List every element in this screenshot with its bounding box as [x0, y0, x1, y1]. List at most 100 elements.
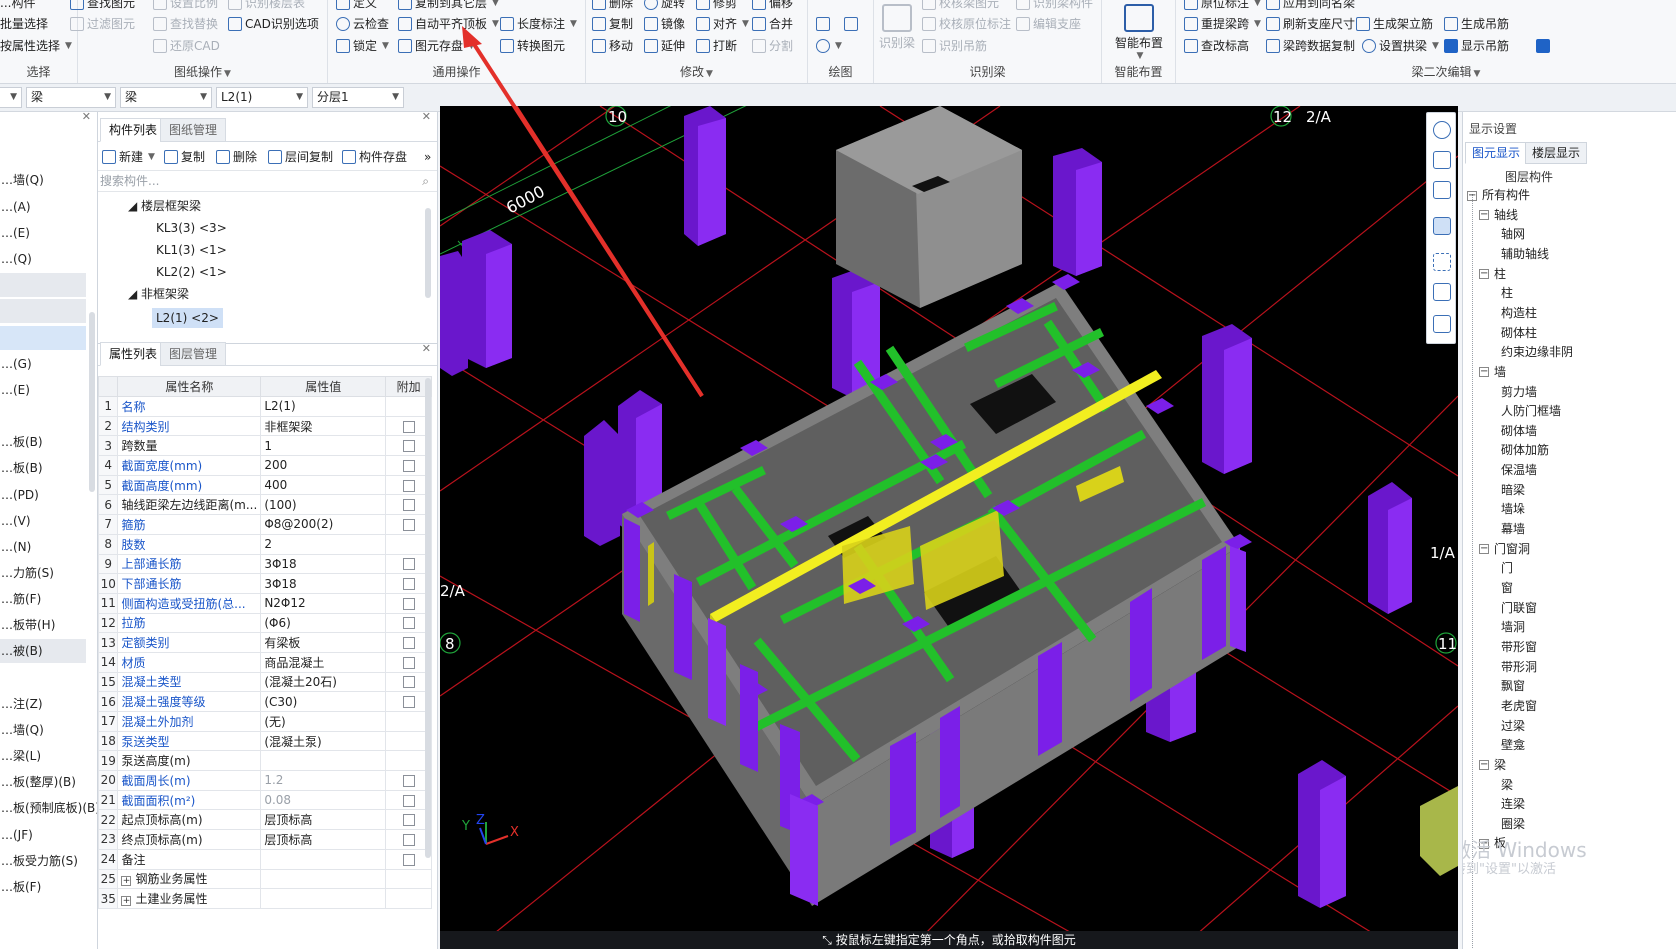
ribbon-btn-check-inplace[interactable]: 校核原位标注 [922, 14, 1011, 34]
left-nav-item[interactable]: …板(B) [0, 430, 86, 454]
property-row[interactable]: 10 下部通长筋 3Φ18 [97, 573, 432, 594]
ribbon-btn-refresh-support[interactable]: 刷新支座尺寸 [1266, 14, 1355, 34]
filter-select-stub[interactable]: ▼ [0, 87, 22, 108]
ribbon-btn-smart-layout[interactable]: 智能布置 ▼ [1106, 0, 1172, 61]
checkbox-icon[interactable] [402, 479, 415, 492]
collapse-icon[interactable]: − [1479, 760, 1489, 771]
checkbox-icon[interactable] [402, 637, 415, 650]
property-scrollbar[interactable] [425, 378, 431, 858]
display-tree-item[interactable]: 圈梁 [1501, 815, 1525, 834]
ribbon-btn-draw-rect[interactable] [844, 14, 858, 34]
2d-view-icon[interactable] [1433, 151, 1451, 169]
property-row[interactable]: 16 混凝土强度等级 (C30) [97, 691, 432, 712]
property-value[interactable]: 0.08 [260, 789, 387, 811]
checkbox-icon[interactable] [402, 774, 415, 787]
property-value[interactable]: 商品混凝土 [260, 651, 387, 673]
left-nav-item[interactable]: …板(F) [0, 875, 86, 899]
ribbon-btn-split[interactable]: 分割 [752, 36, 793, 56]
property-value[interactable] [260, 868, 387, 890]
property-value[interactable] [260, 848, 387, 870]
left-nav-item[interactable]: …(V) [0, 509, 86, 533]
property-value[interactable]: Φ8@200(2) [260, 514, 387, 535]
expand-icon[interactable]: + [121, 896, 132, 907]
display-tree-item[interactable]: − 轴线 [1479, 206, 1518, 225]
ribbon-chk-extra[interactable] [1536, 36, 1550, 56]
property-row[interactable]: 1 名称 L2(1) [97, 396, 432, 417]
checkbox-icon[interactable] [402, 459, 415, 472]
new-component-button[interactable]: 新建 ▼ [102, 148, 155, 166]
display-tree-item[interactable]: 轴网 [1501, 225, 1525, 244]
ribbon-chk-show-hanger[interactable]: 显示吊筋 [1444, 36, 1509, 56]
property-row[interactable]: 24 备注 [97, 848, 432, 870]
display-tree-item[interactable]: 砌体柱 [1501, 324, 1537, 343]
checkbox-icon[interactable] [402, 696, 415, 709]
copy-component-button[interactable]: 复制 [164, 148, 205, 166]
more-icon[interactable]: » [424, 148, 431, 166]
expand-icon[interactable]: + [121, 876, 132, 887]
property-row[interactable]: 14 材质 商品混凝土 [97, 651, 432, 673]
ribbon-btn-merge[interactable]: 合并 [752, 14, 793, 34]
property-value[interactable]: 层顶标高 [260, 829, 387, 850]
cube-icon[interactable] [1433, 217, 1451, 235]
display-tree-item[interactable]: 墙垛 [1501, 500, 1525, 519]
property-row[interactable]: 5 截面高度(mm) 400 [97, 474, 432, 496]
left-nav-item[interactable]: …板(B) [0, 456, 86, 480]
property-row[interactable]: 4 截面宽度(mm) 200 [97, 455, 432, 476]
display-tree-item[interactable]: − 门窗洞 [1479, 540, 1530, 559]
property-row[interactable]: 25 + 钢筋业务属性 [97, 868, 432, 890]
tree-item-beam[interactable]: KL1(3) <1> [156, 240, 227, 260]
ribbon-btn-draw-arc[interactable]: ▼ [816, 36, 842, 56]
left-nav-item[interactable] [0, 404, 86, 428]
property-value[interactable]: (C30) [260, 691, 387, 712]
checkbox-icon[interactable] [402, 420, 415, 433]
ribbon-btn-define[interactable]: 定义 [336, 0, 377, 13]
tab-layer-management[interactable]: 图层管理 [160, 342, 227, 366]
ribbon-btn-edit-elevation[interactable]: 查改标高 [1184, 36, 1249, 56]
ribbon-btn-check-beam[interactable]: 校核梁图元 [922, 0, 999, 13]
display-tree-item[interactable]: 壁龛 [1501, 736, 1525, 755]
property-value[interactable]: 2 [260, 533, 387, 555]
property-row[interactable]: 18 泵送类型 (混凝土泵) [97, 730, 432, 752]
display-tree-item[interactable]: − 所有构件 [1467, 186, 1530, 205]
left-nav-item[interactable]: …墙(Q) [0, 718, 86, 742]
checkbox-icon[interactable] [402, 499, 415, 512]
display-tree-item[interactable]: 暗梁 [1501, 481, 1525, 500]
display-tree-item[interactable]: 人防门框墙 [1501, 402, 1561, 421]
property-row[interactable]: 35 + 土建业务属性 [97, 888, 432, 909]
property-value[interactable]: (Φ6) [260, 612, 387, 634]
ribbon-btn-cloud-check[interactable]: 云检查 [336, 14, 389, 34]
left-nav-item[interactable] [0, 326, 86, 350]
display-tree-item[interactable]: 带形窗 [1501, 638, 1537, 657]
display-tree-item[interactable]: 剪力墙 [1501, 383, 1537, 402]
collapse-icon[interactable]: − [1479, 269, 1489, 280]
left-nav-item[interactable]: …(A) [0, 195, 86, 219]
collapse-icon[interactable]: − [1467, 190, 1477, 201]
ribbon-btn-find-replace[interactable]: 查找替换 [153, 14, 218, 34]
left-nav-scrollbar[interactable] [89, 312, 95, 492]
orbit-icon[interactable] [1433, 121, 1451, 139]
property-value[interactable]: 有梁板 [260, 632, 387, 653]
display-tree-item[interactable]: 约束边缘非阴 [1501, 343, 1573, 362]
checkbox-icon[interactable] [402, 558, 415, 571]
left-nav-item[interactable] [0, 273, 86, 297]
tab-floor-display[interactable]: 楼层显示 [1525, 142, 1588, 164]
property-value[interactable]: (混凝土20石) [260, 671, 387, 693]
tab-drawing-management[interactable]: 图纸管理 [160, 118, 227, 142]
property-row[interactable]: 12 拉筋 (Φ6) [97, 612, 432, 634]
ribbon-btn-trim[interactable]: 修剪 [696, 0, 737, 13]
ribbon-btn-set-scale[interactable]: 设置比例 [153, 0, 218, 13]
checkbox-icon[interactable] [402, 617, 415, 630]
component-save-button[interactable]: 构件存盘 [342, 148, 407, 166]
left-nav-item[interactable]: …(N) [0, 535, 86, 559]
ribbon-btn-set-arch-beam[interactable]: 设置拱梁 ▼ [1362, 36, 1439, 56]
display-tree-item[interactable]: − 墙 [1479, 363, 1506, 382]
ribbon-btn-draw-line[interactable] [816, 14, 830, 34]
filter-select-component[interactable]: L2(1) ▼ [216, 87, 308, 108]
display-tree-item[interactable]: 幕墙 [1501, 520, 1525, 539]
component-search-input[interactable]: 搜索构件... ⌕ [98, 170, 437, 192]
property-row[interactable]: 6 轴线距梁左边线距离(m... (100) [97, 494, 432, 516]
property-value[interactable]: (100) [260, 494, 387, 516]
property-row[interactable]: 17 混凝土外加剂 (无) [97, 711, 432, 732]
display-tree-item[interactable]: 柱 [1501, 284, 1513, 303]
property-value[interactable]: 400 [260, 474, 387, 496]
